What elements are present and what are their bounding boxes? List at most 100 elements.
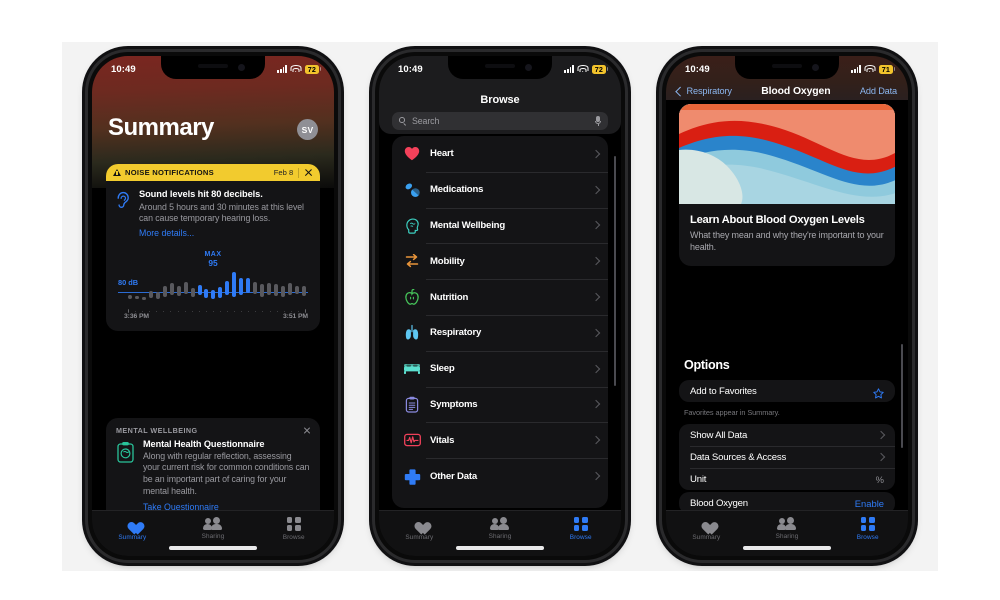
add-to-favorites-row[interactable]: Add to Favorites: [679, 380, 895, 402]
axis-tick: [276, 310, 278, 312]
browse-row-heart[interactable]: Heart: [392, 136, 608, 172]
axis-tick: [248, 310, 250, 312]
option-row-unit[interactable]: Unit%: [679, 468, 895, 490]
browse-row-label: Other Data: [430, 470, 478, 482]
browse-row-sleep[interactable]: Sleep: [392, 350, 608, 387]
earpiece-speaker: [772, 64, 802, 68]
avatar[interactable]: SV: [297, 119, 318, 140]
tab-browse[interactable]: Browse: [827, 517, 908, 541]
learn-headline: Learn About Blood Oxygen Levels: [690, 214, 865, 226]
people-icon: [777, 517, 797, 530]
axis-tick: [142, 310, 144, 312]
wifi-icon: [577, 65, 589, 73]
abstract-wave-artwork: [679, 104, 895, 204]
chart-bar: [128, 295, 132, 299]
enable-button[interactable]: Enable: [855, 498, 884, 509]
chart-bar: [197, 284, 202, 296]
notch: [161, 56, 265, 79]
browse-row-other-data[interactable]: Other Data: [392, 458, 608, 494]
browse-row-respiratory[interactable]: Respiratory: [392, 314, 608, 351]
tab-browse[interactable]: Browse: [540, 517, 621, 541]
clipboard-icon: [403, 395, 421, 413]
more-details-link[interactable]: More details...: [139, 228, 310, 238]
learn-card-text: Learn About Blood Oxygen Levels What the…: [679, 204, 895, 266]
home-indicator[interactable]: [169, 546, 257, 550]
chart-bar: [260, 283, 265, 297]
home-indicator[interactable]: [743, 546, 831, 550]
search-placeholder: Search: [412, 116, 440, 126]
browse-category-list: Heart Medications Mental Wellbeing Mobility…: [392, 136, 608, 508]
mental-body-text: Along with regular reflection, assessing…: [143, 450, 310, 496]
cellular-signal-icon: [277, 65, 287, 74]
chart-bar: [280, 285, 285, 297]
close-icon[interactable]: [303, 427, 311, 435]
tab-summary[interactable]: Summary: [379, 517, 460, 541]
search-icon: [399, 117, 407, 125]
browse-row-symptoms[interactable]: Symptoms: [392, 386, 608, 423]
tab-label: Sharing: [488, 533, 512, 540]
chart-max-label: MAX: [204, 251, 222, 259]
back-button[interactable]: Respiratory: [675, 86, 732, 96]
microphone-icon[interactable]: [595, 116, 601, 127]
star-icon[interactable]: [873, 386, 884, 398]
tab-summary[interactable]: Summary: [666, 517, 747, 541]
chevron-right-icon: [591, 364, 601, 373]
grid-icon: [573, 517, 588, 531]
tab-sharing[interactable]: Sharing: [173, 517, 254, 540]
home-indicator[interactable]: [456, 546, 544, 550]
noise-notification-card[interactable]: NOISE NOTIFICATIONS Feb 8 Sound levels h…: [106, 164, 320, 332]
axis-tick: [241, 310, 243, 312]
chevron-right-icon: [591, 221, 601, 230]
browse-row-label: Sleep: [430, 363, 455, 375]
wifi-icon: [864, 65, 876, 73]
status-time: 10:49: [398, 64, 423, 75]
learn-about-card[interactable]: Learn About Blood Oxygen Levels What the…: [679, 104, 895, 267]
axis-tick: [220, 310, 222, 312]
screen-blood-oxygen: Learn About Blood Oxygen Levels What the…: [666, 56, 908, 556]
phone-summary: 10:49 72 Summary SV NOISE NOTIFICATIONS …: [88, 52, 338, 560]
browse-row-mobility[interactable]: Mobility: [392, 243, 608, 279]
search-input[interactable]: Search: [392, 112, 608, 130]
browse-row-label: Respiratory: [430, 327, 482, 339]
axis-tick: [156, 310, 158, 312]
tab-browse[interactable]: Browse: [253, 517, 334, 541]
chart-bar: [218, 286, 223, 298]
chart-bar: [183, 281, 188, 295]
chart-bars: [128, 261, 306, 309]
chart-bar: [141, 296, 146, 300]
scrollbar[interactable]: [614, 156, 616, 386]
blood-oxygen-label: Blood Oxygen: [690, 497, 748, 509]
browse-row-nutrition[interactable]: Nutrition: [392, 279, 608, 315]
option-value: %: [875, 473, 884, 485]
option-row-data-sources-access[interactable]: Data Sources & Access: [679, 446, 895, 468]
tab-sharing[interactable]: Sharing: [747, 517, 828, 540]
scrollbar[interactable]: [901, 344, 903, 448]
browse-row-mental-wellbeing[interactable]: Mental Wellbeing: [392, 207, 608, 244]
mental-wellbeing-card[interactable]: MENTAL WELLBEING Mental Health Questionn: [106, 418, 320, 524]
browse-row-medications[interactable]: Medications: [392, 171, 608, 208]
add-to-favorites-label: Add to Favorites: [690, 385, 757, 397]
nav-title: Browse: [480, 94, 520, 106]
people-icon: [490, 517, 510, 530]
mental-headline: Mental Health Questionnaire: [143, 439, 265, 449]
axis-tick: [283, 310, 285, 312]
axis-tick: [198, 310, 200, 312]
axis-tick: [227, 310, 229, 312]
chevron-right-icon: [876, 430, 886, 440]
nav-title: Blood Oxygen: [761, 85, 831, 97]
chart-bar: [274, 284, 279, 296]
chart-end-time: 3:51 PM: [283, 313, 308, 321]
close-icon[interactable]: [304, 168, 313, 177]
phone-browse: Heart Medications Mental Wellbeing Mobility…: [375, 52, 625, 560]
battery-badge: 72: [304, 64, 319, 75]
axis-tick: [191, 310, 193, 312]
cellular-signal-icon: [564, 65, 574, 74]
browse-row-vitals[interactable]: Vitals: [392, 422, 608, 458]
option-row-show-all-data[interactable]: Show All Data: [679, 424, 895, 446]
add-data-button[interactable]: Add Data: [860, 86, 897, 96]
tab-label: Sharing: [775, 533, 799, 540]
front-camera: [812, 64, 819, 71]
chart-bar: [301, 286, 306, 296]
tab-summary[interactable]: Summary: [92, 517, 173, 541]
tab-sharing[interactable]: Sharing: [460, 517, 541, 540]
